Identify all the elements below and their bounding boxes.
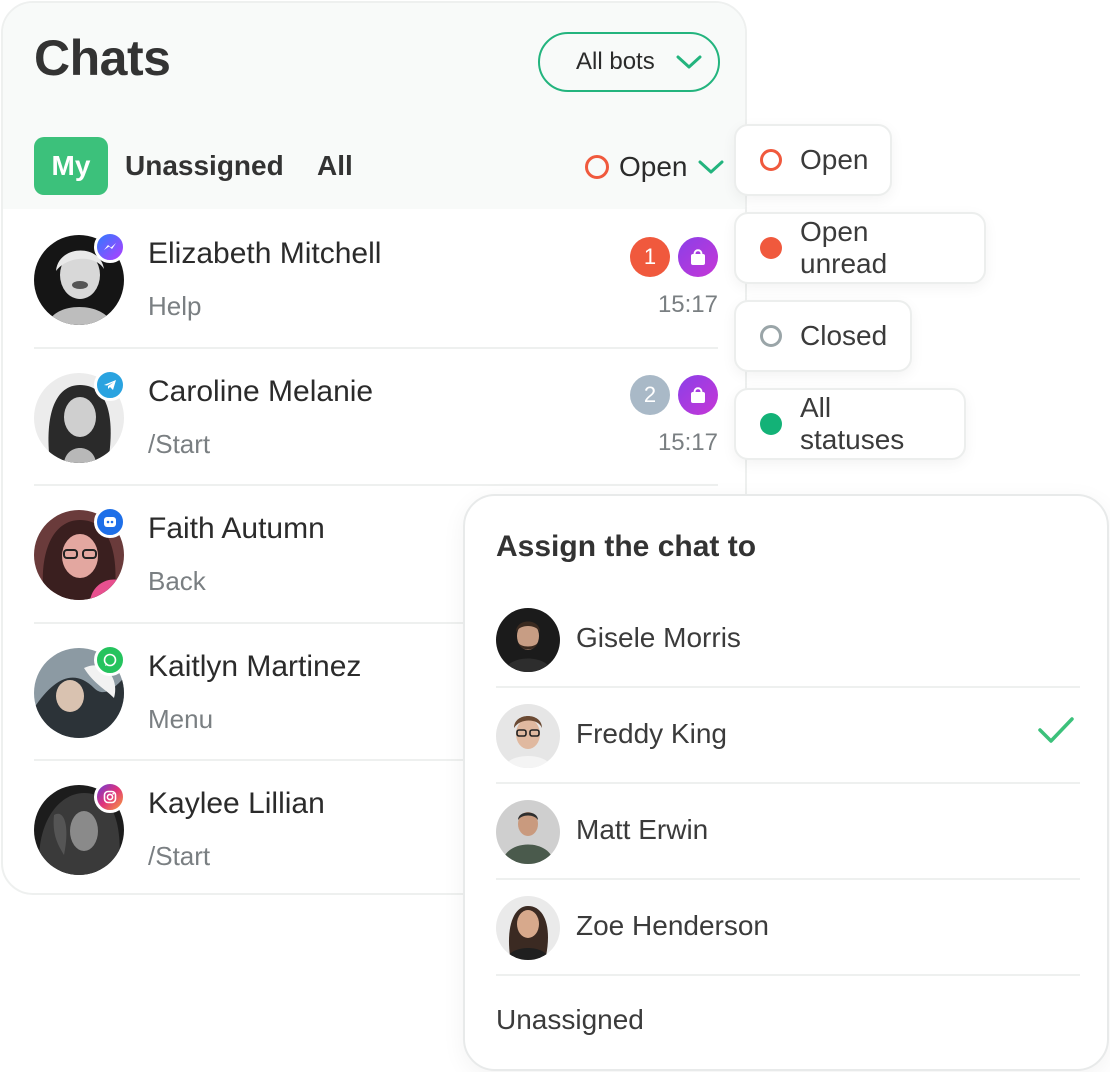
- avatar: [496, 800, 560, 864]
- assignee-option[interactable]: Matt Erwin: [496, 784, 1080, 880]
- assignee-option-selected[interactable]: Freddy King: [496, 688, 1080, 784]
- instagram-icon: [94, 781, 126, 813]
- tab-my-label: My: [51, 150, 91, 181]
- chat-badges: 2: [630, 374, 718, 415]
- open-ring-icon: [760, 149, 782, 171]
- assignee-option[interactable]: Gisele Morris: [496, 592, 1080, 688]
- chat-list-item[interactable]: Caroline Melanie /Start 2 15:17: [34, 349, 718, 486]
- avatar: [496, 896, 560, 960]
- status-filter-label: Open: [619, 151, 688, 182]
- chat-name: Caroline Melanie: [148, 374, 374, 408]
- page-title: Chats: [34, 30, 171, 86]
- shopping-bag-icon: [678, 237, 718, 277]
- tab-all-label: All: [317, 150, 353, 181]
- unread-count-badge: 1: [630, 237, 670, 277]
- tab-unassigned-label: Unassigned: [125, 150, 284, 181]
- chat-time: 15:17: [657, 428, 718, 456]
- chevron-down-icon: [698, 160, 723, 174]
- avatar: [496, 608, 560, 672]
- assignee-name: Freddy King: [576, 718, 727, 749]
- status-option-open[interactable]: Open: [734, 124, 892, 196]
- chats-header: Chats All bots My Unassigned All Open: [3, 3, 745, 209]
- shopping-bag-icon: [678, 374, 718, 415]
- chat-time: 15:17: [657, 291, 718, 318]
- telegram-icon: [94, 368, 126, 401]
- chat-last-message: /Start: [148, 428, 211, 459]
- unread-count-badge: 2: [630, 374, 670, 415]
- chat-list-item[interactable]: Elizabeth Mitchell Help 1 15:17: [34, 211, 718, 349]
- assignee-name: Zoe Henderson: [576, 910, 770, 941]
- chat-name: Faith Autumn: [148, 512, 325, 545]
- unassigned-option[interactable]: Unassigned: [496, 1004, 644, 1036]
- chat-last-message: Menu: [148, 703, 214, 734]
- chat-last-message: Help: [148, 291, 202, 321]
- status-option-all-statuses[interactable]: All statuses: [734, 388, 966, 460]
- assign-chat-panel: Assign the chat to Gisele Morris Freddy …: [463, 494, 1109, 1071]
- avatar: [496, 704, 560, 768]
- status-option-label: Closed: [800, 320, 888, 351]
- whatsapp-icon: [94, 643, 126, 676]
- chat-name: Kaylee Lillian: [148, 787, 325, 820]
- open-status-icon: [585, 155, 609, 179]
- assign-title: Assign the chat to: [496, 530, 757, 563]
- bot-filter-label: All bots: [576, 48, 655, 75]
- status-option-open-unread[interactable]: Open unread: [734, 212, 986, 284]
- chat-last-message: /Start: [148, 841, 211, 871]
- assignee-name: Gisele Morris: [576, 622, 741, 653]
- chat-name: Kaitlyn Martinez: [148, 649, 362, 683]
- chat-name: Elizabeth Mitchell: [148, 237, 382, 270]
- chat-last-message: Back: [148, 566, 206, 596]
- assignee-name: Matt Erwin: [576, 814, 709, 845]
- messenger-icon: [94, 231, 126, 263]
- status-option-label: Open unread: [800, 216, 888, 279]
- tab-unassigned[interactable]: Unassigned: [125, 137, 284, 195]
- filled-dot-icon: [760, 237, 782, 259]
- status-option-closed[interactable]: Closed: [734, 300, 912, 372]
- status-filter-dropdown[interactable]: Open: [585, 145, 724, 189]
- filled-dot-icon: [760, 413, 782, 435]
- checkmark-icon: [1038, 717, 1074, 743]
- tab-all[interactable]: All: [317, 137, 353, 195]
- status-option-label: Open: [800, 144, 869, 175]
- chat-badges: 1: [630, 237, 718, 277]
- tab-my[interactable]: My: [34, 137, 108, 195]
- closed-ring-icon: [760, 325, 782, 347]
- assignee-option[interactable]: Zoe Henderson: [496, 880, 1080, 976]
- bot-filter-dropdown[interactable]: All bots: [538, 32, 720, 92]
- bot-chat-icon: [94, 506, 126, 538]
- status-option-label: All statuses: [800, 392, 905, 455]
- chevron-down-icon: [676, 55, 702, 69]
